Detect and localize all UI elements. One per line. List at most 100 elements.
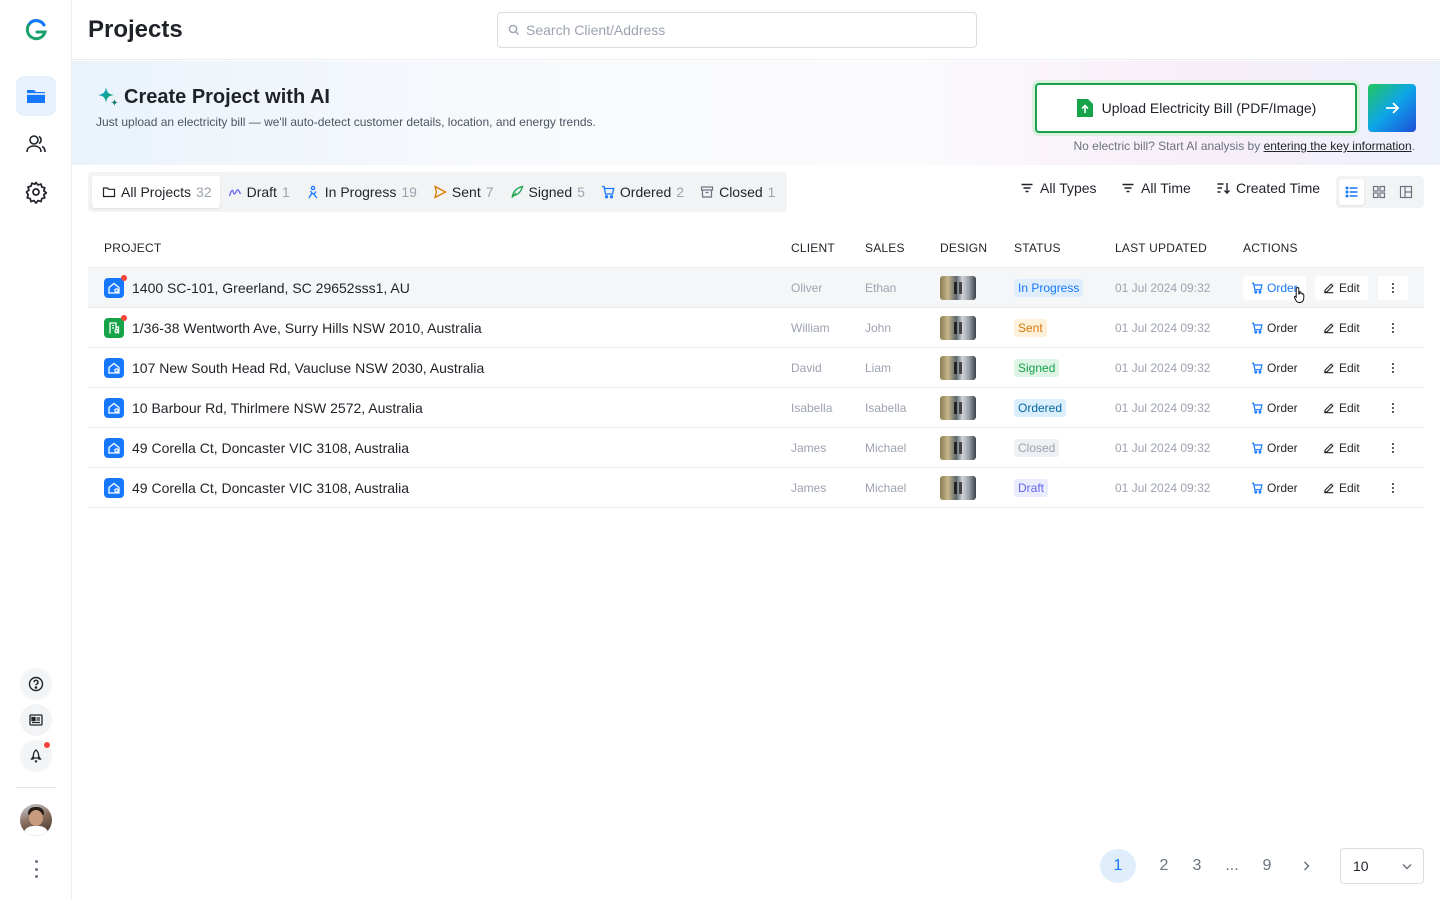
order-button[interactable]: Order bbox=[1243, 356, 1306, 380]
table-row[interactable]: 10 Barbour Rd, Thirlmere NSW 2572, Austr… bbox=[88, 388, 1424, 428]
edit-label: Edit bbox=[1339, 281, 1360, 295]
column-design[interactable]: DESIGN bbox=[940, 241, 987, 255]
row-more-icon[interactable] bbox=[1378, 396, 1408, 420]
avatar[interactable] bbox=[20, 804, 52, 836]
row-more-icon[interactable] bbox=[1378, 276, 1408, 300]
row-more-icon[interactable] bbox=[1378, 436, 1408, 460]
column-last-updated[interactable]: LAST UPDATED bbox=[1115, 241, 1207, 255]
order-button[interactable]: Order bbox=[1243, 436, 1306, 460]
tab-all-projects[interactable]: All Projects 32 bbox=[92, 176, 220, 208]
status-badge: In Progress bbox=[1014, 279, 1084, 297]
last-updated: 01 Jul 2024 09:32 bbox=[1115, 361, 1211, 375]
client-name: William bbox=[791, 321, 830, 335]
table-row[interactable]: 49 Corella Ct, Doncaster VIC 3108, Austr… bbox=[88, 468, 1424, 508]
help-button[interactable] bbox=[20, 668, 52, 700]
help-icon bbox=[28, 676, 44, 692]
edit-button[interactable]: Edit bbox=[1315, 476, 1368, 500]
page-title: Projects bbox=[88, 16, 183, 43]
nav-customers[interactable] bbox=[16, 124, 56, 164]
sort-control[interactable]: Created Time bbox=[1216, 180, 1320, 196]
page-9[interactable]: 9 bbox=[1249, 849, 1285, 883]
design-thumbnail[interactable] bbox=[940, 276, 976, 300]
sort-label: Created Time bbox=[1236, 180, 1321, 196]
design-thumbnail[interactable] bbox=[940, 476, 976, 500]
type-filter[interactable]: All Types bbox=[1020, 180, 1097, 196]
edit-button[interactable]: Edit bbox=[1315, 276, 1368, 300]
no-bill-hint: No electric bill? Start AI analysis by e… bbox=[1073, 139, 1415, 153]
column-project[interactable]: PROJECT bbox=[104, 241, 161, 255]
column-sales[interactable]: SALES bbox=[865, 241, 905, 255]
client-name: James bbox=[791, 441, 827, 455]
row-more-icon[interactable] bbox=[1378, 476, 1408, 500]
page-size-select[interactable]: 10 bbox=[1340, 848, 1424, 884]
design-thumbnail[interactable] bbox=[940, 316, 976, 340]
sort-icon bbox=[1217, 183, 1230, 194]
news-button[interactable] bbox=[20, 704, 52, 736]
design-thumbnail[interactable] bbox=[940, 396, 976, 420]
folder-icon bbox=[27, 90, 45, 103]
grid-icon bbox=[1372, 185, 1386, 199]
edit-button[interactable]: Edit bbox=[1315, 316, 1368, 340]
app-logo[interactable] bbox=[24, 18, 48, 42]
project-address[interactable]: 49 Corella Ct, Doncaster VIC 3108, Austr… bbox=[132, 480, 409, 496]
tab-closed[interactable]: Closed 1 bbox=[692, 176, 783, 208]
board-view-button[interactable] bbox=[1394, 179, 1419, 205]
row-more-icon[interactable] bbox=[1378, 316, 1408, 340]
project-address[interactable]: 10 Barbour Rd, Thirlmere NSW 2572, Austr… bbox=[132, 400, 423, 416]
design-thumbnail[interactable] bbox=[940, 356, 976, 380]
board-icon bbox=[1400, 185, 1413, 199]
table-row[interactable]: 1400 SC-101, Greerland, SC 29652sss1, AU… bbox=[88, 268, 1424, 308]
row-more-icon[interactable] bbox=[1378, 356, 1408, 380]
rocket-icon bbox=[30, 749, 42, 764]
page-2[interactable]: 2 bbox=[1146, 849, 1182, 883]
tab-label: Ordered bbox=[619, 184, 672, 200]
ai-start-button[interactable] bbox=[1368, 84, 1416, 132]
tab-sent[interactable]: Sent 7 bbox=[425, 176, 502, 208]
order-button[interactable]: Order bbox=[1243, 396, 1306, 420]
tab-count: 32 bbox=[196, 184, 212, 200]
table-row[interactable]: 107 New South Head Rd, Vaucluse NSW 2030… bbox=[88, 348, 1424, 388]
order-button[interactable]: Order bbox=[1243, 476, 1306, 500]
tab-signed[interactable]: Signed 5 bbox=[502, 176, 593, 208]
nav-settings[interactable] bbox=[16, 172, 56, 212]
page-ellipsis[interactable]: ... bbox=[1214, 849, 1250, 883]
project-address[interactable]: 49 Corella Ct, Doncaster VIC 3108, Austr… bbox=[132, 440, 409, 456]
nav-projects[interactable] bbox=[16, 76, 56, 116]
tab-draft[interactable]: Draft 1 bbox=[220, 176, 298, 208]
table-row[interactable]: 1/36-38 Wentworth Ave, Surry Hills NSW 2… bbox=[88, 308, 1424, 348]
next-page-button[interactable] bbox=[1288, 849, 1324, 883]
tab-in-progress[interactable]: In Progress 19 bbox=[298, 176, 425, 208]
top-header: Projects bbox=[72, 0, 1440, 60]
search-box[interactable] bbox=[497, 12, 977, 48]
order-label: Order bbox=[1267, 441, 1298, 455]
tab-count: 7 bbox=[485, 184, 494, 200]
page-3[interactable]: 3 bbox=[1179, 849, 1215, 883]
tab-count: 1 bbox=[281, 184, 290, 200]
last-updated: 01 Jul 2024 09:32 bbox=[1115, 481, 1211, 495]
column-client[interactable]: CLIENT bbox=[791, 241, 835, 255]
tab-ordered[interactable]: Ordered 2 bbox=[593, 176, 692, 208]
edit-button[interactable]: Edit bbox=[1315, 396, 1368, 420]
column-status[interactable]: STATUS bbox=[1014, 241, 1061, 255]
edit-button[interactable]: Edit bbox=[1315, 356, 1368, 380]
order-button[interactable]: Order bbox=[1243, 316, 1306, 340]
project-address[interactable]: 107 New South Head Rd, Vaucluse NSW 2030… bbox=[132, 360, 484, 376]
project-address[interactable]: 1/36-38 Wentworth Ave, Surry Hills NSW 2… bbox=[132, 320, 482, 336]
status-badge: Draft bbox=[1014, 479, 1049, 497]
page-1[interactable]: 1 bbox=[1100, 849, 1136, 883]
design-thumbnail[interactable] bbox=[940, 436, 976, 460]
more-icon[interactable] bbox=[33, 860, 39, 878]
enter-key-info-link[interactable]: entering the key information bbox=[1264, 139, 1412, 153]
list-view-button[interactable] bbox=[1339, 179, 1365, 205]
grid-view-button[interactable] bbox=[1366, 179, 1391, 205]
edit-button[interactable]: Edit bbox=[1315, 436, 1368, 460]
time-filter[interactable]: All Time bbox=[1121, 180, 1191, 196]
table-row[interactable]: 49 Corella Ct, Doncaster VIC 3108, Austr… bbox=[88, 428, 1424, 468]
status-badge: Ordered bbox=[1014, 399, 1067, 417]
house-icon bbox=[104, 478, 124, 498]
edit-icon bbox=[1324, 323, 1334, 334]
project-address[interactable]: 1400 SC-101, Greerland, SC 29652sss1, AU bbox=[132, 280, 410, 296]
edit-label: Edit bbox=[1339, 441, 1360, 455]
search-input[interactable] bbox=[526, 22, 966, 38]
upload-bill-button[interactable]: Upload Electricity Bill (PDF/Image) bbox=[1035, 83, 1357, 133]
